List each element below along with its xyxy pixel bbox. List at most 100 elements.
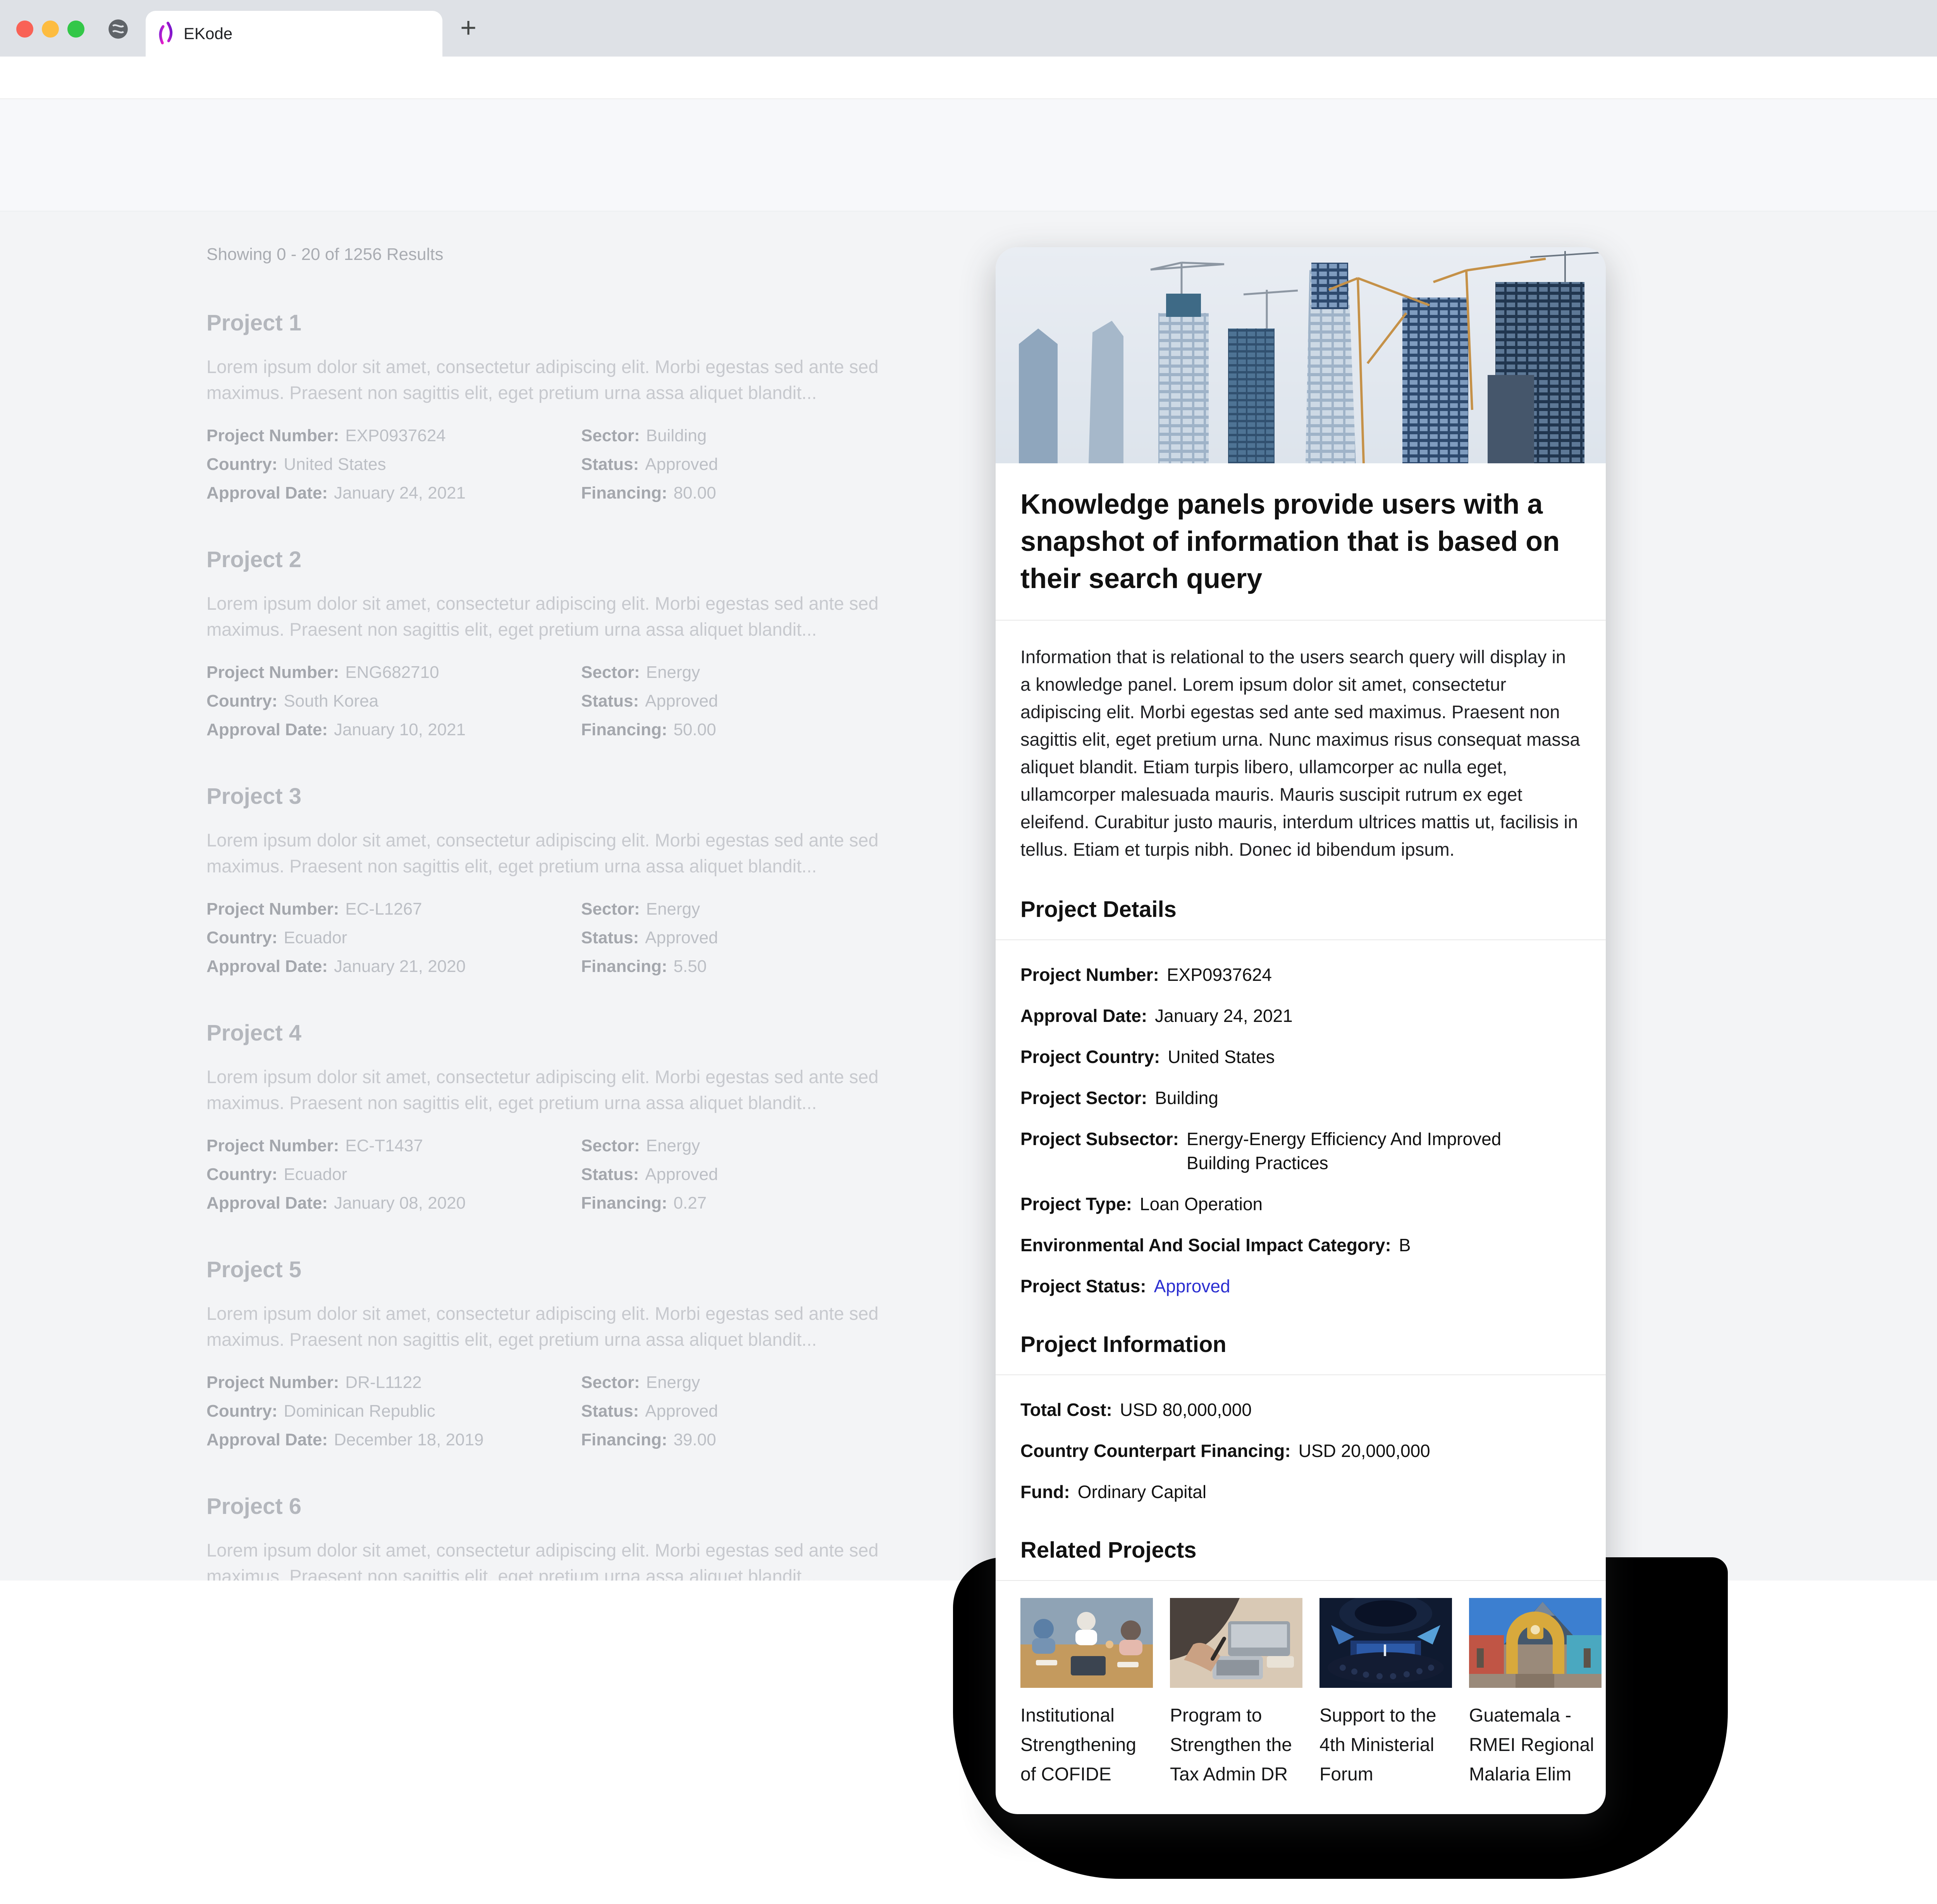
search-result: Project 4 Lorem ipsum dolor sit amet, co…	[206, 1020, 904, 1212]
browser-window: EKode + https://www.ekode.com	[0, 0, 1937, 1904]
info-row: Country Counterpart Financing:USD 20,000…	[1020, 1439, 1581, 1463]
result-description: Lorem ipsum dolor sit amet, consectetur …	[206, 590, 896, 642]
result-field: Sector:Energy	[581, 664, 904, 681]
panel-description: Information that is relational to the us…	[1020, 643, 1581, 863]
result-title[interactable]: Project 1	[206, 310, 904, 336]
result-description: Lorem ipsum dolor sit amet, consectetur …	[206, 1064, 896, 1116]
result-title[interactable]: Project 4	[206, 1020, 904, 1046]
divider	[996, 1374, 1606, 1375]
info-row: Fund:Ordinary Capital	[1020, 1480, 1581, 1504]
result-field: Project Number:EC-T1437	[206, 1137, 581, 1154]
result-field: Approval Date:January 08, 2020	[206, 1195, 581, 1212]
result-field: Status:Approved	[581, 456, 904, 473]
detail-row: Project Sector:Building	[1020, 1086, 1581, 1110]
detail-row: Approval Date:January 24, 2021	[1020, 1004, 1581, 1028]
detail-row: Project Type:Loan Operation	[1020, 1192, 1581, 1216]
search-result: Project 6 Lorem ipsum dolor sit amet, co…	[206, 1493, 904, 1581]
maximize-window-button[interactable]	[67, 21, 84, 38]
search-result: Project 2 Lorem ipsum dolor sit amet, co…	[206, 547, 904, 738]
ekode-favicon-icon	[157, 22, 175, 46]
result-description: Lorem ipsum dolor sit amet, consectetur …	[206, 1537, 896, 1581]
result-field: Financing:39.00	[581, 1431, 904, 1448]
result-field: Country:Ecuador	[206, 1166, 581, 1183]
result-field: Approval Date:December 18, 2019	[206, 1431, 581, 1448]
result-description: Lorem ipsum dolor sit amet, consectetur …	[206, 354, 896, 406]
related-project-card[interactable]: Support to the 4th Ministerial Forum	[1319, 1598, 1452, 1789]
divider	[996, 620, 1606, 621]
result-description: Lorem ipsum dolor sit amet, consectetur …	[206, 1300, 896, 1352]
result-field: Project Number:EC-L1267	[206, 901, 581, 918]
detail-row: Environmental And Social Impact Category…	[1020, 1233, 1581, 1257]
result-field: Financing:80.00	[581, 485, 904, 502]
result-field: Sector:Energy	[581, 901, 904, 918]
result-field: Project Number:ENG682710	[206, 664, 581, 681]
result-description: Lorem ipsum dolor sit amet, consectetur …	[206, 827, 896, 879]
result-field: Project Number:EXP0937624	[206, 427, 581, 444]
meeting-thumbnail-image[interactable]	[1020, 1598, 1153, 1688]
detail-row: Project Number:EXP0937624	[1020, 963, 1581, 987]
detail-row-status: Project Status:Approved	[1020, 1274, 1581, 1298]
result-title[interactable]: Project 2	[206, 547, 904, 573]
construction-hero-image	[996, 247, 1606, 463]
detail-row: Project Country:United States	[1020, 1045, 1581, 1069]
result-field: Status:Approved	[581, 929, 904, 946]
tax-admin-thumbnail-image[interactable]	[1170, 1598, 1302, 1688]
search-result: Project 3 Lorem ipsum dolor sit amet, co…	[206, 783, 904, 975]
project-details-list: Project Number:EXP0937624 Approval Date:…	[1020, 963, 1581, 1298]
globe-icon	[105, 16, 131, 42]
result-field: Sector:Energy	[581, 1374, 904, 1391]
related-project-card[interactable]: Program to Strengthen the Tax Admin DR	[1170, 1598, 1302, 1789]
window-controls[interactable]	[16, 21, 84, 38]
result-title[interactable]: Project 5	[206, 1257, 904, 1283]
result-field: Financing:50.00	[581, 721, 904, 738]
related-projects-row: Institutional Strengthening of COFIDE	[1020, 1598, 1581, 1789]
browser-tab[interactable]: EKode	[146, 11, 442, 57]
result-field: Financing:0.27	[581, 1195, 904, 1212]
tab-title: EKode	[184, 24, 232, 43]
section-heading-related-projects: Related Projects	[1020, 1537, 1581, 1563]
related-project-label[interactable]: Institutional Strengthening of COFIDE	[1020, 1701, 1153, 1789]
knowledge-panel: Knowledge panels provide users with a sn…	[996, 247, 1606, 1814]
info-row: Total Cost:USD 80,000,000	[1020, 1398, 1581, 1422]
site-header: EKode	[0, 99, 1937, 212]
result-field: Status:Approved	[581, 693, 904, 710]
new-tab-button[interactable]: +	[456, 16, 481, 42]
result-field: Country:South Korea	[206, 693, 581, 710]
results-count: Showing 0 - 20 of 1256 Results	[206, 245, 904, 264]
related-project-label[interactable]: Guatemala - RMEI Regional Malaria Elim	[1469, 1701, 1602, 1789]
section-heading-project-information: Project Information	[1020, 1331, 1581, 1357]
result-field: Financing:5.50	[581, 958, 904, 975]
result-title[interactable]: Project 3	[206, 783, 904, 809]
close-window-button[interactable]	[16, 21, 33, 38]
result-field: Country:Dominican Republic	[206, 1403, 581, 1420]
result-field: Sector:Building	[581, 427, 904, 444]
result-field: Status:Approved	[581, 1166, 904, 1183]
browser-titlebar: EKode +	[0, 0, 1937, 57]
browser-toolbar: https://www.ekode.com	[0, 57, 1937, 99]
search-result: Project 5 Lorem ipsum dolor sit amet, co…	[206, 1257, 904, 1448]
result-field: Sector:Energy	[581, 1137, 904, 1154]
result-field: Approval Date:January 10, 2021	[206, 721, 581, 738]
search-result: Project 1 Lorem ipsum dolor sit amet, co…	[206, 310, 904, 502]
panel-title: Knowledge panels provide users with a sn…	[1020, 486, 1581, 597]
result-field: Project Number:DR-L1122	[206, 1374, 581, 1391]
minimize-window-button[interactable]	[42, 21, 59, 38]
result-title[interactable]: Project 6	[206, 1493, 904, 1519]
detail-row: Project Subsector:Energy-Energy Efficien…	[1020, 1127, 1581, 1175]
divider	[996, 939, 1606, 940]
result-field: Country:Ecuador	[206, 929, 581, 946]
result-field: Approval Date:January 24, 2021	[206, 485, 581, 502]
project-information-list: Total Cost:USD 80,000,000 Country Counte…	[1020, 1398, 1581, 1504]
section-heading-project-details: Project Details	[1020, 896, 1581, 922]
result-field: Approval Date:January 21, 2020	[206, 958, 581, 975]
search-results-area: Showing 0 - 20 of 1256 Results Project 1…	[0, 212, 1937, 1581]
related-project-card[interactable]: Institutional Strengthening of COFIDE	[1020, 1598, 1153, 1789]
result-field: Status:Approved	[581, 1403, 904, 1420]
status-link[interactable]: Approved	[1154, 1274, 1230, 1298]
guatemala-thumbnail-image[interactable]	[1469, 1598, 1602, 1688]
forum-thumbnail-image[interactable]	[1319, 1598, 1452, 1688]
related-project-card[interactable]: Guatemala - RMEI Regional Malaria Elim	[1469, 1598, 1602, 1789]
related-project-label[interactable]: Program to Strengthen the Tax Admin DR	[1170, 1701, 1302, 1789]
related-project-label[interactable]: Support to the 4th Ministerial Forum	[1319, 1701, 1452, 1789]
divider	[996, 1580, 1606, 1581]
